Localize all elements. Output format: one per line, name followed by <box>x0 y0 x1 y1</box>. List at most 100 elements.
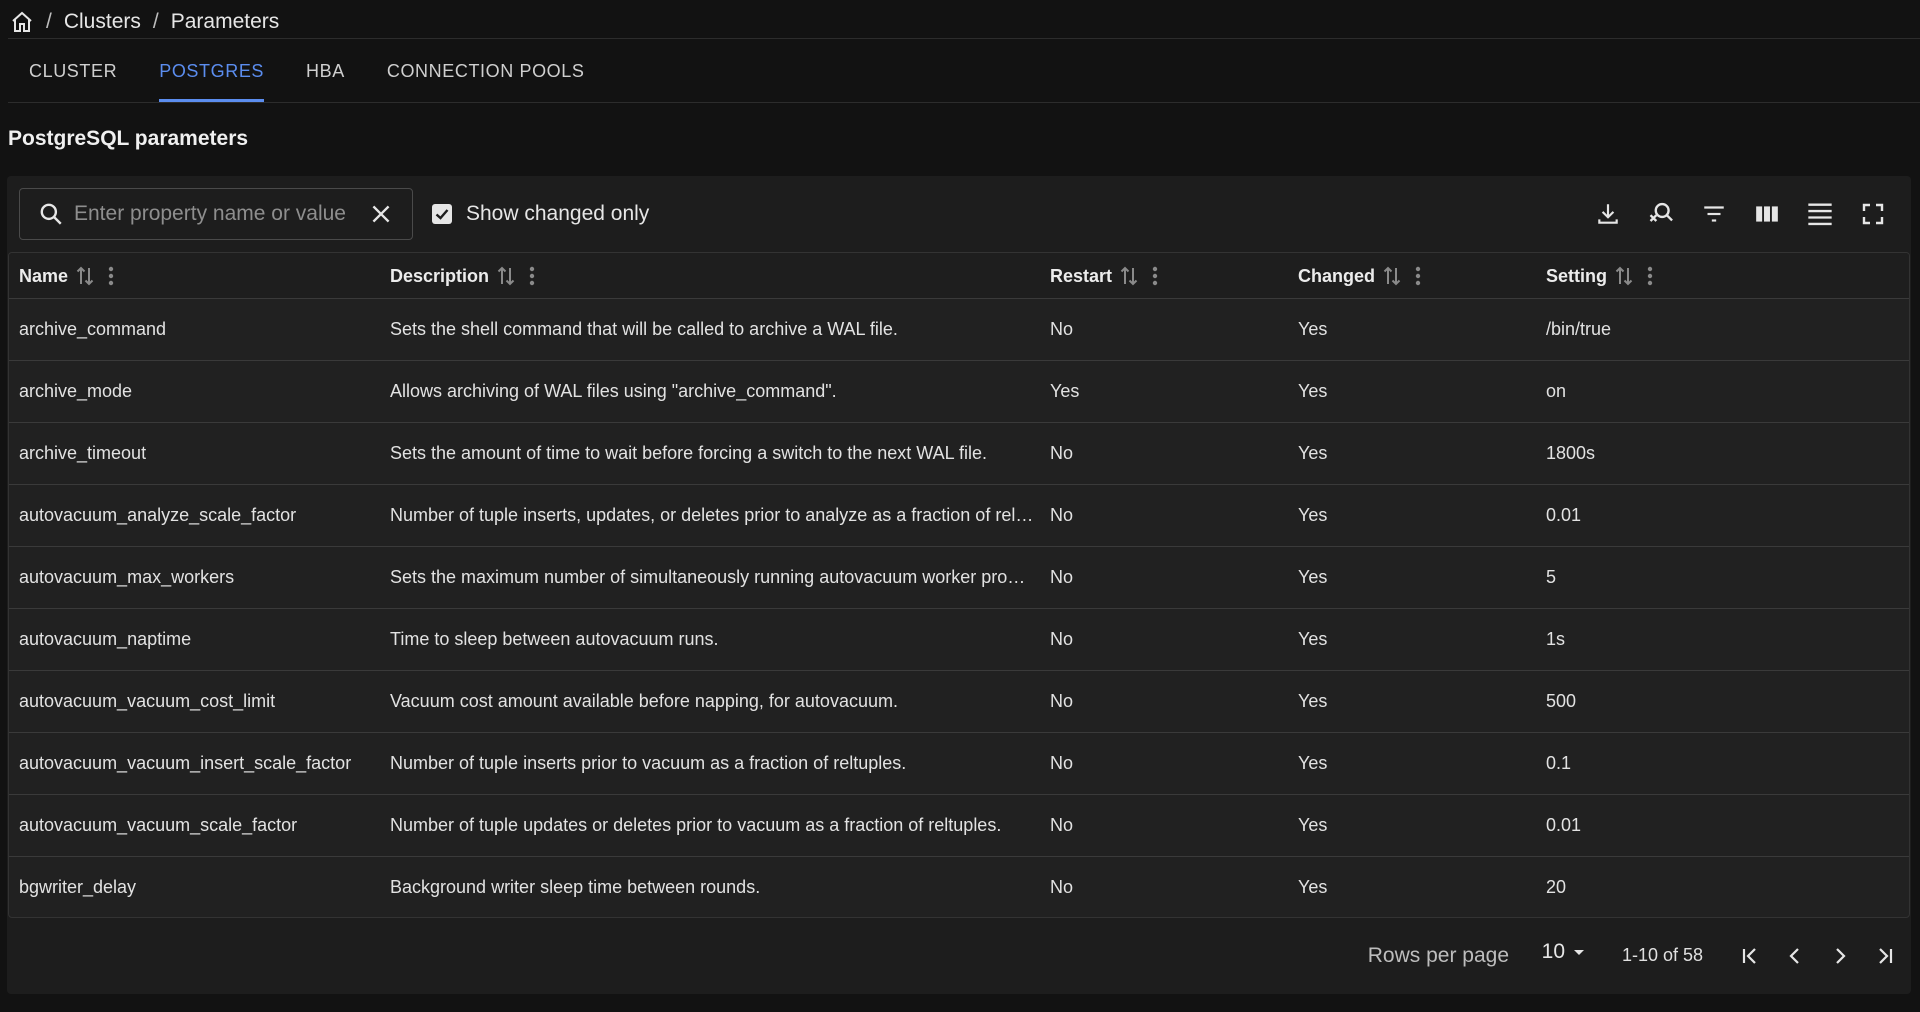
cell-changed: Yes <box>1298 381 1328 401</box>
cell-name: archive_mode <box>19 381 133 401</box>
column-menu-icon[interactable] <box>108 265 114 287</box>
cell-description: Number of tuple inserts, updates, or del… <box>390 505 1034 525</box>
cell-name: autovacuum_max_workers <box>19 567 235 587</box>
column-menu-icon[interactable] <box>1415 265 1421 287</box>
column-header-setting: Setting <box>1546 253 1653 299</box>
download-icon[interactable] <box>1589 194 1626 234</box>
cell-setting: 1s <box>1546 629 1566 649</box>
cell-changed: Yes <box>1298 319 1328 339</box>
breadcrumb: / Clusters / Parameters <box>10 8 279 36</box>
cell-restart: No <box>1050 629 1074 649</box>
cell-setting: /bin/true <box>1546 319 1612 339</box>
tab-postgres[interactable]: POSTGRES <box>138 50 285 102</box>
cell-description: Number of tuple updates or deletes prior… <box>390 815 1002 835</box>
table-toolbar: Show changed only <box>7 176 1911 252</box>
cell-restart: No <box>1050 691 1074 711</box>
tab-cluster[interactable]: CLUSTER <box>8 50 138 102</box>
tab-connection-pools[interactable]: CONNECTION POOLS <box>366 50 606 102</box>
columns-icon[interactable] <box>1748 194 1785 234</box>
cell-changed: Yes <box>1298 877 1328 897</box>
column-header-changed: Changed <box>1298 253 1421 299</box>
toolbar-actions <box>1589 194 1891 234</box>
sort-icon[interactable] <box>1120 265 1138 287</box>
column-header-label: Changed <box>1298 265 1376 286</box>
breadcrumb-clusters[interactable]: Clusters <box>64 10 141 34</box>
table-row[interactable]: archive_timeout Sets the amount of time … <box>9 423 1909 485</box>
sort-icon[interactable] <box>1615 265 1633 287</box>
table-row[interactable]: autovacuum_vacuum_scale_factor Number of… <box>9 795 1909 857</box>
cell-setting: 0.1 <box>1546 753 1572 773</box>
cell-name: autovacuum_vacuum_scale_factor <box>19 815 298 835</box>
clear-search-icon[interactable] <box>1642 194 1679 234</box>
table-row[interactable]: archive_command Sets the shell command t… <box>9 299 1909 361</box>
density-icon[interactable] <box>1801 194 1838 234</box>
chevron-right-icon <box>1835 948 1846 964</box>
table-header: Name Description Restart Changed Setting <box>9 253 1909 299</box>
cell-setting: on <box>1546 381 1567 401</box>
show-changed-checkbox[interactable]: Show changed only <box>432 188 649 240</box>
table-row[interactable]: autovacuum_naptime Time to sleep between… <box>9 609 1909 671</box>
column-header-label: Restart <box>1050 265 1113 286</box>
cell-description: Allows archiving of WAL files using "arc… <box>390 381 837 401</box>
cell-setting: 500 <box>1546 691 1577 711</box>
tabs-divider <box>8 102 1920 103</box>
sort-icon[interactable] <box>76 265 94 287</box>
filter-icon[interactable] <box>1695 194 1732 234</box>
cell-setting: 5 <box>1546 567 1557 587</box>
table-row[interactable]: autovacuum_max_workers Sets the maximum … <box>9 547 1909 609</box>
cell-description: Number of tuple inserts prior to vacuum … <box>390 753 907 773</box>
show-changed-label: Show changed only <box>466 202 650 225</box>
cell-changed: Yes <box>1298 815 1328 835</box>
table-row[interactable]: autovacuum_vacuum_insert_scale_factor Nu… <box>9 733 1909 795</box>
table-row[interactable]: bgwriter_delay Background writer sleep t… <box>9 857 1909 917</box>
caret-down-icon <box>1574 950 1584 955</box>
cell-setting: 1800s <box>1546 443 1596 463</box>
cell-description: Sets the shell command that will be call… <box>390 319 898 339</box>
table-row[interactable]: archive_mode Allows archiving of WAL fil… <box>9 361 1909 423</box>
cell-restart: Yes <box>1050 381 1080 401</box>
section-title: PostgreSQL parameters <box>8 127 249 150</box>
cell-description: Background writer sleep time between rou… <box>390 877 761 897</box>
previous-page-button[interactable] <box>1778 938 1811 974</box>
first-page-icon <box>1742 948 1756 964</box>
cell-changed: Yes <box>1298 567 1328 587</box>
cell-changed: Yes <box>1298 505 1328 525</box>
column-menu-icon[interactable] <box>1152 265 1158 287</box>
table-row[interactable]: autovacuum_analyze_scale_factor Number o… <box>9 485 1909 547</box>
parameters-panel: Show changed only <box>7 176 1911 994</box>
table-row[interactable]: autovacuum_vacuum_cost_limit Vacuum cost… <box>9 671 1909 733</box>
cell-setting: 20 <box>1546 877 1567 897</box>
cell-changed: Yes <box>1298 443 1328 463</box>
cell-name: autovacuum_analyze_scale_factor <box>19 505 297 525</box>
column-header-name: Name <box>19 253 114 299</box>
breadcrumb-divider <box>8 38 1920 39</box>
cell-name: autovacuum_vacuum_insert_scale_factor <box>19 753 352 773</box>
breadcrumb-parameters: Parameters <box>170 10 280 33</box>
column-menu-icon[interactable] <box>1647 265 1653 287</box>
last-page-icon <box>1878 948 1892 964</box>
cell-name: bgwriter_delay <box>19 877 137 897</box>
search-input[interactable] <box>74 202 356 226</box>
rows-per-page-select[interactable]: 10 <box>1542 940 1587 964</box>
sort-icon[interactable] <box>1383 265 1401 287</box>
next-page-button[interactable] <box>1823 938 1856 974</box>
parameters-table: Name Description Restart Changed Setting <box>8 252 1910 918</box>
cell-restart: No <box>1050 753 1074 773</box>
close-icon[interactable] <box>368 201 394 227</box>
table-pagination: Rows per page 10 1-10 of 58 <box>7 918 1911 994</box>
cell-name: archive_command <box>19 319 167 339</box>
cell-restart: No <box>1050 815 1074 835</box>
column-header-label: Setting <box>1546 265 1607 286</box>
cell-restart: No <box>1050 319 1074 339</box>
first-page-button[interactable] <box>1733 938 1766 974</box>
cell-description: Sets the maximum number of simultaneousl… <box>390 567 1034 587</box>
breadcrumb-separator: / <box>46 10 52 33</box>
column-menu-icon[interactable] <box>529 265 535 287</box>
sort-icon[interactable] <box>497 265 515 287</box>
home-icon[interactable] <box>10 10 34 34</box>
tab-hba[interactable]: HBA <box>285 50 366 102</box>
cell-restart: No <box>1050 505 1074 525</box>
fullscreen-icon[interactable] <box>1854 194 1891 234</box>
chevron-left-icon <box>1788 948 1799 964</box>
last-page-button[interactable] <box>1868 938 1901 974</box>
